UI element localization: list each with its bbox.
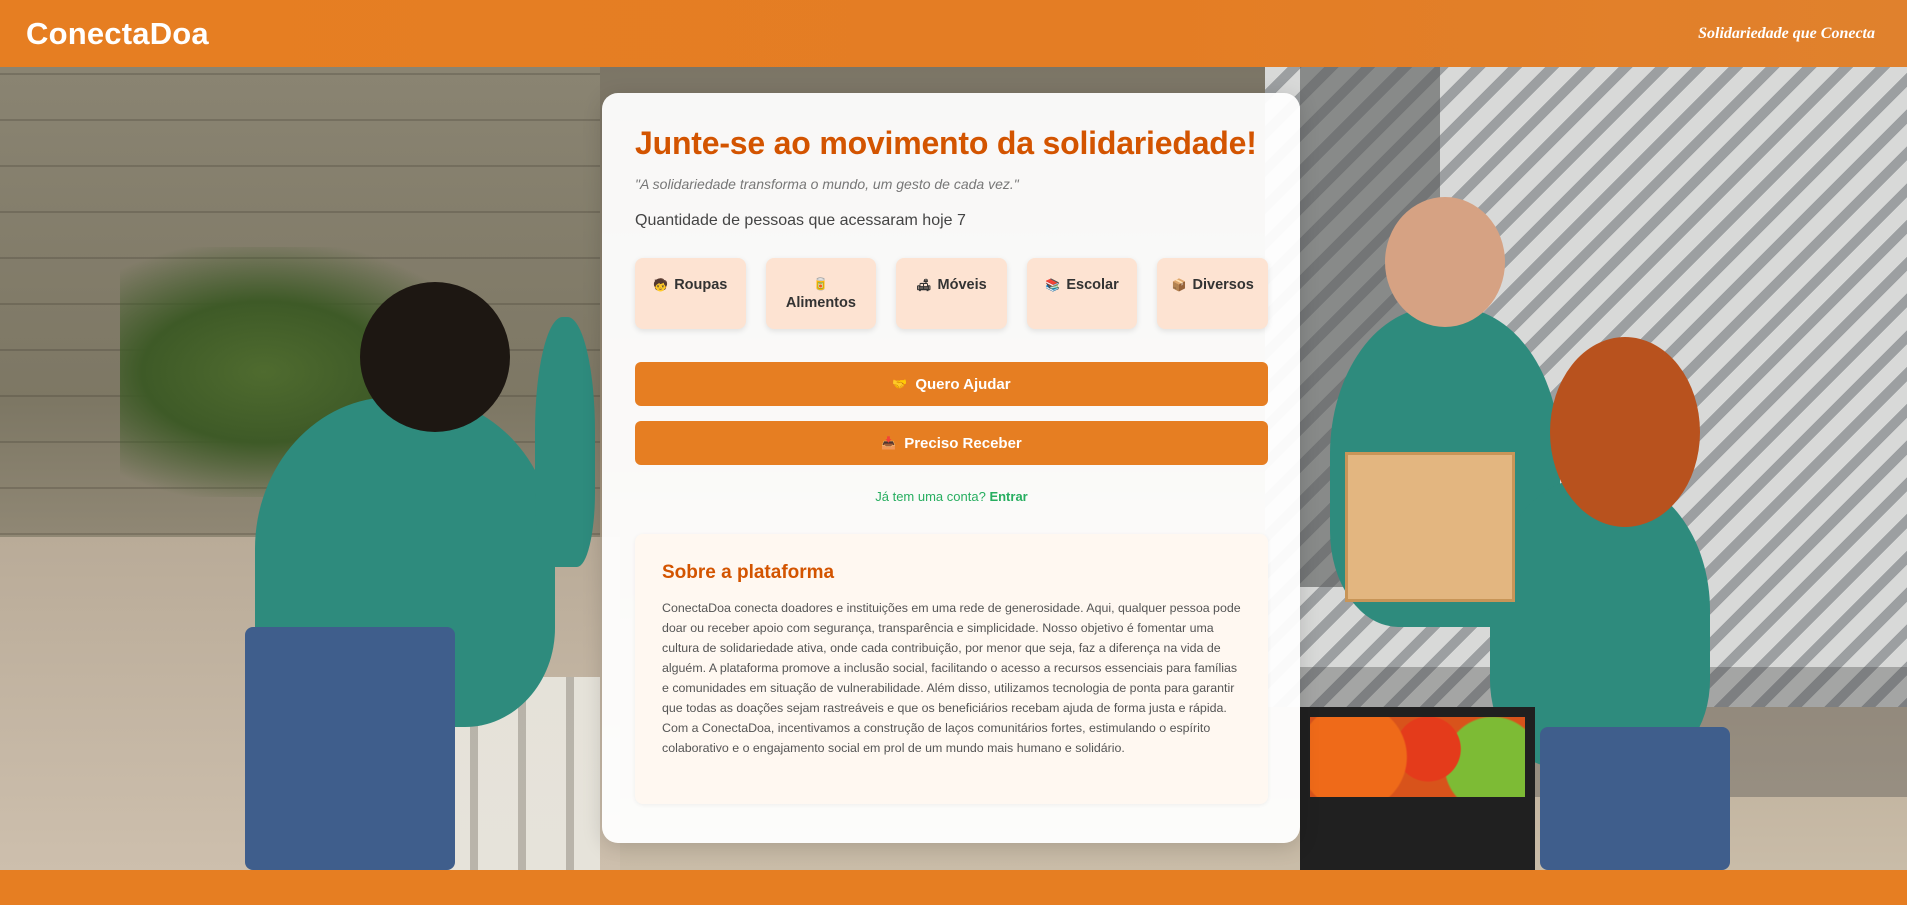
child-icon: 🧒 [653,278,669,292]
visitor-count-label: Quantidade de pessoas que acessaram hoje [635,212,953,229]
category-roupas[interactable]: 🧒 Roupas [635,258,746,329]
box-icon: 📦 [1171,278,1187,292]
category-label: Alimentos [785,295,856,311]
login-prompt-text: Já tem uma conta? [875,489,986,504]
visitor-count: Quantidade de pessoas que acessaram hoje… [635,212,1268,230]
login-link[interactable]: Entrar [989,489,1027,504]
quote: "A solidariedade transforma o mundo, um … [635,176,1019,192]
category-label: Roupas [674,277,728,293]
about-section: Sobre a plataforma ConectaDoa conecta do… [635,534,1268,804]
category-diversos[interactable]: 📦 Diversos [1157,258,1268,329]
category-label: Escolar [1066,277,1119,293]
about-title: Sobre a plataforma [662,562,835,583]
receive-button-label: Preciso Receber [904,434,1022,452]
receive-button[interactable]: 📥 Preciso Receber [635,421,1268,465]
help-button[interactable]: 🤝 Quero Ajudar [635,362,1268,406]
category-alimentos[interactable]: 🥫 Alimentos [765,258,877,329]
category-list: 🧒 Roupas 🥫 Alimentos 🛋 Móveis 📚 Escolar … [635,258,1268,329]
couch-icon: 🛋 [916,278,932,292]
category-escolar[interactable]: 📚 Escolar [1026,258,1138,329]
handshake-icon: 🤝 [892,377,908,391]
books-icon: 📚 [1045,278,1061,292]
category-label: Diversos [1192,277,1254,293]
inbox-icon: 📥 [881,436,897,450]
help-button-label: Quero Ajudar [915,375,1011,393]
site-header: ConectaDoa Solidariedade que Conecta [0,0,1907,67]
signup-card: Junte-se ao movimento da solidariedade! … [602,93,1300,843]
category-label: Móveis [937,277,987,293]
logo[interactable]: ConectaDoa [26,16,209,52]
tagline: Solidariedade que Conecta [1698,24,1875,42]
about-text: ConectaDoa conecta doadores e instituiçõ… [662,601,1241,755]
visitor-count-value: 7 [957,212,966,229]
login-prompt: Já tem uma conta? Entrar [635,489,1268,504]
site-footer [0,870,1907,905]
category-moveis[interactable]: 🛋 Móveis [896,258,1007,329]
can-icon: 🥫 [813,277,829,291]
page-title: Junte-se ao movimento da solidariedade! [635,125,1257,161]
